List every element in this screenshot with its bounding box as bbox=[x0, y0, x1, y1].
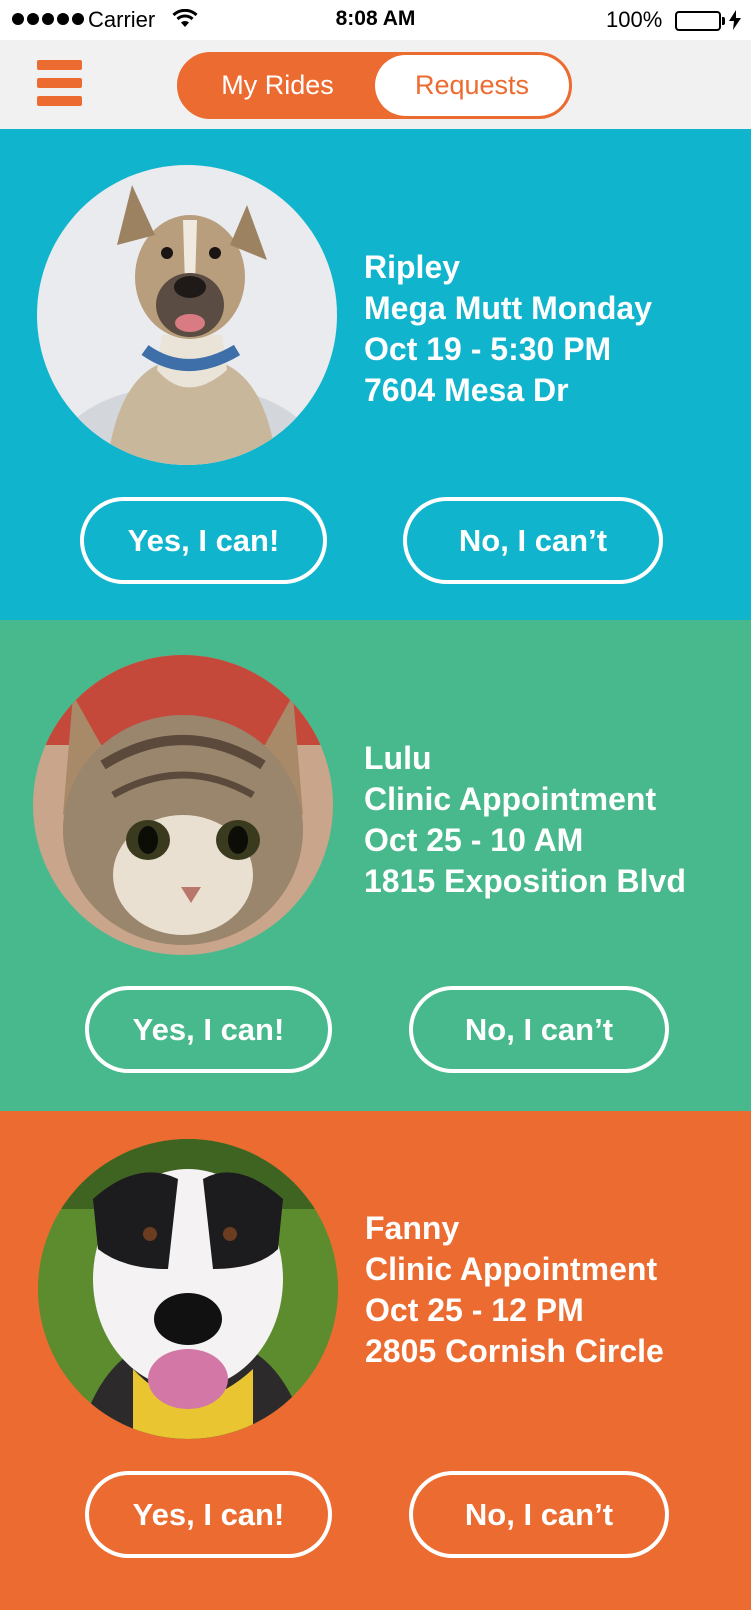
request-details: Lulu Clinic Appointment Oct 25 - 10 AM 1… bbox=[364, 738, 686, 902]
battery-tip bbox=[722, 17, 725, 25]
tab-requests[interactable]: Requests bbox=[375, 55, 569, 116]
tab-my-rides[interactable]: My Rides bbox=[180, 55, 375, 116]
event-address: 1815 Exposition Blvd bbox=[364, 863, 686, 899]
event-name: Clinic Appointment bbox=[364, 781, 657, 817]
request-card: Lulu Clinic Appointment Oct 25 - 10 AM 1… bbox=[0, 620, 751, 1111]
battery-percent: 100% bbox=[606, 7, 663, 32]
request-card: Fanny Clinic Appointment Oct 25 - 12 PM … bbox=[0, 1111, 751, 1610]
event-datetime: Oct 19 - 5:30 PM bbox=[364, 331, 612, 367]
event-address: 7604 Mesa Dr bbox=[364, 372, 569, 408]
request-details: Fanny Clinic Appointment Oct 25 - 12 PM … bbox=[365, 1208, 664, 1372]
pet-name: Ripley bbox=[364, 249, 461, 285]
dog-photo bbox=[37, 165, 337, 465]
status-bar: Carrier 8:08 AM 100% bbox=[0, 0, 751, 40]
nav-bar: My Rides Requests bbox=[0, 40, 751, 129]
request-card: Ripley Mega Mutt Monday Oct 19 - 5:30 PM… bbox=[0, 129, 751, 620]
decline-button[interactable]: No, I can’t bbox=[403, 497, 663, 584]
event-name: Mega Mutt Monday bbox=[364, 290, 652, 326]
accept-button[interactable]: Yes, I can! bbox=[80, 497, 327, 584]
accept-button[interactable]: Yes, I can! bbox=[85, 986, 332, 1073]
accept-button[interactable]: Yes, I can! bbox=[85, 1471, 332, 1558]
event-datetime: Oct 25 - 10 AM bbox=[364, 822, 584, 858]
event-address: 2805 Cornish Circle bbox=[365, 1333, 664, 1369]
charging-bolt-icon bbox=[729, 10, 741, 36]
pet-name: Lulu bbox=[364, 740, 432, 776]
decline-button[interactable]: No, I can’t bbox=[409, 1471, 669, 1558]
decline-button[interactable]: No, I can’t bbox=[409, 986, 669, 1073]
request-details: Ripley Mega Mutt Monday Oct 19 - 5:30 PM… bbox=[364, 247, 652, 411]
event-name: Clinic Appointment bbox=[365, 1251, 658, 1287]
kitten-photo bbox=[33, 655, 333, 955]
hamburger-menu-icon[interactable] bbox=[37, 60, 82, 106]
battery-icon bbox=[675, 11, 721, 31]
event-datetime: Oct 25 - 12 PM bbox=[365, 1292, 584, 1328]
dog-photo bbox=[38, 1139, 338, 1439]
pet-name: Fanny bbox=[365, 1210, 460, 1246]
rides-segmented-control: My Rides Requests bbox=[177, 52, 572, 119]
